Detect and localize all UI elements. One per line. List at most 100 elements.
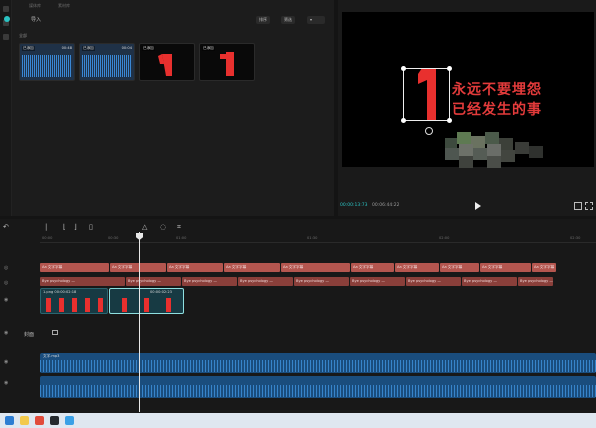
- rotate-icon[interactable]: [425, 127, 433, 135]
- text-clip[interactable]: Aa 文字字幕: [40, 263, 109, 272]
- text-clip[interactable]: Bye psychology —: [406, 277, 461, 286]
- start-icon[interactable]: [5, 416, 14, 425]
- delete-icon[interactable]: ▯: [89, 223, 93, 231]
- editor-app-icon[interactable]: [50, 416, 59, 425]
- media-thumb-audio-2[interactable]: 已添加 00:04: [79, 43, 135, 81]
- resize-handle[interactable]: [447, 66, 452, 71]
- loop-icon[interactable]: ◌: [160, 223, 166, 231]
- audio-clip[interactable]: [40, 376, 596, 398]
- text-clip[interactable]: Bye psychology —: [294, 277, 349, 286]
- split-icon[interactable]: |: [45, 223, 47, 231]
- rail-text-icon[interactable]: [3, 34, 9, 40]
- ruler-label: 00:00: [42, 236, 53, 240]
- waveform: [82, 55, 132, 77]
- time-ruler[interactable]: [40, 235, 596, 243]
- text-clip[interactable]: Aa 文字字幕: [110, 263, 166, 272]
- preview-overlay-text[interactable]: 永远不要埋怨 已经发生的事: [452, 80, 542, 120]
- browser-icon[interactable]: [65, 416, 74, 425]
- frame-thumb: [46, 298, 51, 312]
- duration-label: 00:04: [121, 46, 132, 50]
- red-number-image: [158, 54, 172, 76]
- crop-icon[interactable]: [574, 202, 582, 210]
- text-clip[interactable]: Bye psychology —: [350, 277, 405, 286]
- text-clip[interactable]: Bye psychology —: [462, 277, 517, 286]
- overlay-line-2: 已经发生的事: [452, 102, 542, 118]
- clip-label: 文字.mp3: [43, 354, 60, 358]
- current-time: 00:00:13:73: [340, 203, 368, 208]
- text-clip[interactable]: Bye psychology —: [518, 277, 553, 286]
- audio-clip[interactable]: 文字.mp3: [40, 353, 596, 373]
- audio-track-icon[interactable]: ◉: [4, 380, 8, 386]
- frame-thumb: [85, 298, 90, 312]
- split-left-icon[interactable]: ⌊: [63, 223, 66, 231]
- media-panel: [0, 0, 334, 216]
- clip-label: 1.png 00:00:02:18: [43, 290, 77, 294]
- editor-app: 媒体库 素材库 导入 排序 筛选 ▾ 全部 已添加 00:48 已添加 00:0…: [0, 0, 596, 428]
- left-rail: [0, 0, 12, 216]
- undo-icon[interactable]: ↶: [3, 223, 9, 231]
- resize-handle[interactable]: [401, 118, 406, 123]
- media-thumb-image-2[interactable]: 已添加: [199, 43, 255, 81]
- crop-tool-icon[interactable]: ⌗: [177, 223, 181, 232]
- text-track-icon[interactable]: ◎: [4, 280, 8, 286]
- added-badge: 已添加: [22, 46, 35, 51]
- red-number-image: [220, 52, 234, 76]
- text-track-icon[interactable]: ◎: [4, 265, 8, 271]
- mask-icon[interactable]: △: [142, 223, 147, 231]
- video-track-lock-icon[interactable]: ◉: [4, 297, 8, 303]
- ruler-label: 02:00: [439, 236, 450, 240]
- text-clip[interactable]: Bye psychology —: [40, 277, 125, 286]
- clip-label: 00:00:02:23: [150, 290, 172, 294]
- all-media-label: 全部: [19, 33, 27, 38]
- view-toggle-button[interactable]: ▾: [307, 16, 325, 24]
- text-clip[interactable]: Aa 文字字幕: [395, 263, 439, 272]
- frame-thumb: [122, 298, 127, 312]
- cover-button[interactable]: 封面: [24, 331, 34, 338]
- video-clip[interactable]: 1.png 00:00:02:18: [40, 288, 108, 314]
- text-clip[interactable]: Bye psychology —: [182, 277, 237, 286]
- text-clip[interactable]: Aa 文字字幕: [167, 263, 223, 272]
- media-thumb-image-1[interactable]: 已添加: [139, 43, 195, 81]
- ruler-label: 00:30: [108, 236, 119, 240]
- text-clip[interactable]: Aa 文字字幕: [224, 263, 280, 272]
- waveform: [40, 385, 596, 397]
- ruler-label: 01:00: [176, 236, 187, 240]
- import-icon[interactable]: [4, 16, 10, 22]
- text-clip[interactable]: Aa 文字字幕: [351, 263, 394, 272]
- added-badge: 已添加: [202, 46, 215, 51]
- image-icon[interactable]: [52, 330, 58, 335]
- fullscreen-icon[interactable]: [585, 202, 593, 210]
- taskbar: [0, 413, 596, 428]
- text-clip[interactable]: Aa 文字字幕: [480, 263, 531, 272]
- text-clip[interactable]: Aa 文字字幕: [440, 263, 479, 272]
- media-thumb-audio-1[interactable]: 已添加 00:48: [19, 43, 75, 81]
- audio-track-icon[interactable]: ◉: [4, 359, 8, 365]
- resize-handle[interactable]: [447, 118, 452, 123]
- frame-thumb: [59, 298, 64, 312]
- play-icon[interactable]: [475, 202, 481, 210]
- folder-icon[interactable]: [20, 416, 29, 425]
- duration-label: 00:48: [61, 46, 72, 50]
- app-icon[interactable]: [35, 416, 44, 425]
- subtab-library[interactable]: 素材库: [58, 3, 70, 9]
- text-clip[interactable]: Bye psychology —: [238, 277, 293, 286]
- playhead[interactable]: [139, 232, 140, 412]
- text-clip[interactable]: Bye psychology —: [126, 277, 181, 286]
- cover-track-icon[interactable]: ◉: [4, 330, 8, 336]
- subtab-media[interactable]: 媒体库: [29, 3, 41, 9]
- selection-box[interactable]: [401, 66, 452, 123]
- text-clip[interactable]: Aa 文字字幕: [532, 263, 556, 272]
- total-time: 00:06:44:22: [372, 203, 400, 208]
- overlay-line-1: 永远不要埋怨: [452, 82, 542, 98]
- video-clip-selected[interactable]: 00:00:02:23: [109, 288, 184, 314]
- sort-button[interactable]: 排序: [256, 16, 270, 24]
- import-button[interactable]: 导入: [31, 16, 41, 23]
- filter-button[interactable]: 筛选: [281, 16, 295, 24]
- ruler-label: 01:30: [307, 236, 318, 240]
- rail-media-icon[interactable]: [3, 6, 9, 12]
- text-clip[interactable]: Aa 文字字幕: [281, 263, 350, 272]
- frame-thumb: [166, 298, 171, 312]
- frame-thumb: [72, 298, 77, 312]
- resize-handle[interactable]: [401, 66, 406, 71]
- split-right-icon[interactable]: ⌋: [74, 223, 77, 231]
